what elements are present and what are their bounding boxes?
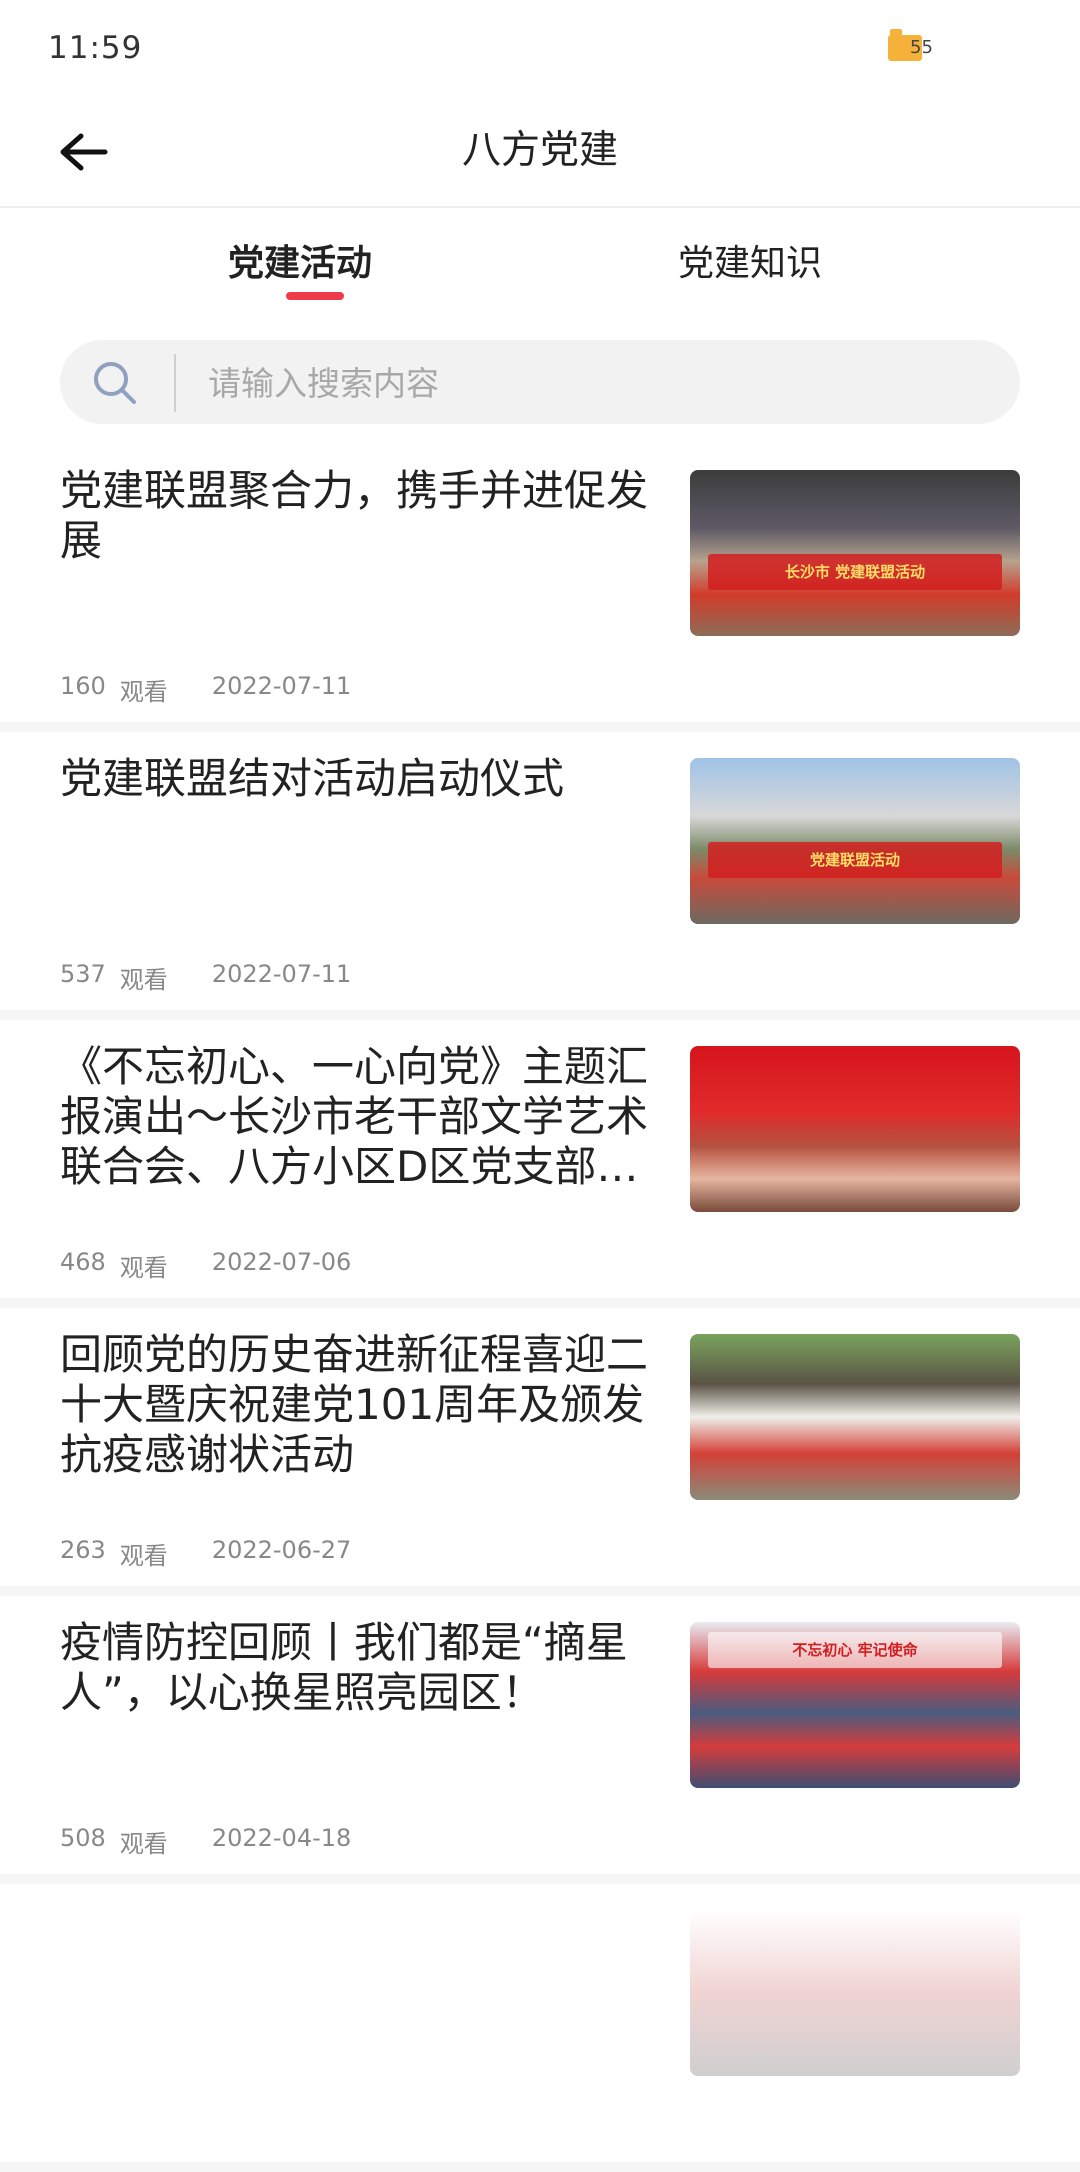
article-meta: 508 观看 2022-04-18 [60, 1824, 351, 1859]
publish-date: 2022-07-06 [211, 1248, 352, 1276]
view-count: 508 [60, 1824, 106, 1852]
tab-party-activities[interactable]: 党建活动 [228, 234, 372, 286]
search-divider [174, 354, 176, 412]
publish-date: 2022-04-18 [211, 1824, 352, 1852]
status-time: 11:59 [48, 30, 143, 66]
tab-party-knowledge[interactable]: 党建知识 [678, 234, 822, 286]
publish-date: 2022-07-11 [211, 960, 352, 988]
article-title: 回顾党的历史奋进新征程喜迎二十大暨庆祝建党101周年及颁发抗疫感谢状活动 [60, 1330, 649, 1479]
article-meta: 263 观看 2022-06-27 [60, 1536, 351, 1571]
status-bar: 11:59 55 [0, 0, 1080, 96]
thumbnail-banner-text: 长沙市 党建联盟活动 [708, 554, 1002, 590]
view-label: 观看 [119, 1542, 168, 1570]
article-title: 《不忘初心、一心向党》主题汇报演出～长沙市老干部文学艺术联合会、八方小区D区党支… [60, 1042, 649, 1191]
nav-bar: 八方党建 [0, 96, 1080, 208]
page-title: 八方党建 [461, 128, 618, 173]
article-meta: 468 观看 2022-07-06 [60, 1248, 351, 1283]
article-thumbnail [690, 1046, 1020, 1212]
publish-date: 2022-07-11 [211, 672, 352, 700]
article-item[interactable]: 疫情防控回顾丨我们都是“摘星人”，以心换星照亮园区！ 不忘初心 牢记使命 508… [0, 1596, 1080, 1884]
article-item-partial[interactable] [0, 1884, 1080, 2172]
status-icons: 55 [888, 29, 933, 61]
view-label: 观看 [119, 678, 168, 706]
search-icon [94, 362, 136, 404]
publish-date: 2022-06-27 [211, 1536, 352, 1564]
article-item[interactable]: 《不忘初心、一心向党》主题汇报演出～长沙市老干部文学艺术联合会、八方小区D区党支… [0, 1020, 1080, 1308]
view-label: 观看 [119, 1254, 168, 1282]
view-label: 观看 [119, 1830, 168, 1858]
article-meta: 160 观看 2022-07-11 [60, 672, 351, 707]
view-label: 观看 [119, 966, 168, 994]
view-count: 263 [60, 1536, 106, 1564]
article-list: 党建联盟聚合力，携手并进促发展 长沙市 党建联盟活动 160 观看 2022-0… [0, 444, 1080, 2172]
article-meta: 537 观看 2022-07-11 [60, 960, 351, 995]
article-item[interactable]: 党建联盟聚合力，携手并进促发展 长沙市 党建联盟活动 160 观看 2022-0… [0, 444, 1080, 732]
article-thumbnail [690, 1910, 1020, 2076]
thumbnail-banner-text: 不忘初心 牢记使命 [708, 1632, 1002, 1668]
article-thumbnail [690, 1334, 1020, 1500]
view-count: 160 [60, 672, 106, 700]
article-title: 疫情防控回顾丨我们都是“摘星人”，以心换星照亮园区！ [60, 1618, 628, 1717]
search-input[interactable] [206, 340, 990, 426]
article-thumbnail: 长沙市 党建联盟活动 [690, 470, 1020, 636]
search-bar [60, 340, 1020, 426]
view-count: 537 [60, 960, 106, 988]
article-item[interactable]: 回顾党的历史奋进新征程喜迎二十大暨庆祝建党101周年及颁发抗疫感谢状活动 263… [0, 1308, 1080, 1596]
article-title: 党建联盟结对活动启动仪式 [60, 754, 565, 803]
article-title: 党建联盟聚合力，携手并进促发展 [60, 466, 649, 565]
tab-active-indicator [286, 292, 344, 300]
article-thumbnail: 党建联盟活动 [690, 758, 1020, 924]
thumbnail-banner-text: 党建联盟活动 [708, 842, 1002, 878]
article-thumbnail: 不忘初心 牢记使命 [690, 1622, 1020, 1788]
battery-level: 55 [910, 37, 933, 58]
battery-icon: 55 [888, 29, 933, 61]
article-item[interactable]: 党建联盟结对活动启动仪式 党建联盟活动 537 观看 2022-07-11 [0, 732, 1080, 1020]
tab-bar: 党建活动 党建知识 [0, 208, 1080, 308]
view-count: 468 [60, 1248, 106, 1276]
